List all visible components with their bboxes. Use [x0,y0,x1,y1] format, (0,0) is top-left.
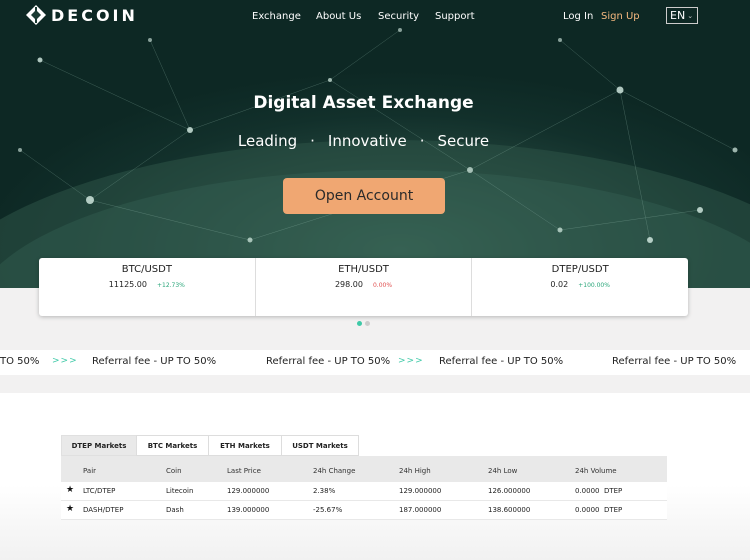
login-link[interactable]: Log In [563,11,593,22]
ticker-price: 11125.00 [108,280,147,289]
marquee-separator: >>> [52,356,78,366]
nav-exchange[interactable]: Exchange [252,11,301,22]
hero-taglines: Leading · Innovative · Secure [0,132,727,150]
favorite-star-icon[interactable]: ★ [66,504,74,514]
brand-logo[interactable]: DECOIN [26,5,138,25]
tab-usdt-markets[interactable]: USDT Markets [281,435,359,456]
cell-24h-low: 138.600000 [488,506,531,514]
col-24h-high: 24h High [399,467,431,475]
language-value: EN [670,9,686,22]
cell-last-price: 139.000000 [227,506,270,514]
ticker-cards: BTC/USDT 11125.00 +12.73% ETH/USDT 298.0… [39,258,688,316]
col-24h-volume: 24h Volume [575,467,617,475]
cell-24h-change: -25.67% [313,506,343,514]
marquee-item[interactable]: Referral fee - UP TO 50% [266,356,390,367]
marquee-item[interactable]: Referral fee - UP TO 50% [92,356,216,367]
cell-coin: Dash [166,506,184,514]
hero-banner: DECOIN Exchange About Us Security Suppor… [0,0,750,288]
cell-pair: DASH/DTEP [83,506,124,514]
ticker-pair: ETH/USDT [338,264,389,275]
tab-eth-markets[interactable]: ETH Markets [208,435,282,456]
tagline-separator: · [310,132,315,150]
tab-btc-markets[interactable]: BTC Markets [136,435,209,456]
col-24h-low: 24h Low [488,467,518,475]
marquee-item[interactable]: Referral fee - UP TO 50% [612,356,736,367]
ticker-price: 298.00 [334,280,363,289]
tagline-separator: · [419,132,425,150]
ticker-card-dtep[interactable]: DTEP/USDT 0.02 +100.00% [471,258,688,316]
chevron-down-icon: ⌄ [687,11,694,20]
referral-marquee: TO 50% >>> Referral fee - UP TO 50% Refe… [0,350,750,375]
hero-title: Digital Asset Exchange [253,93,474,113]
marquee-item[interactable]: Referral fee - UP TO 50% [439,356,563,367]
ticker-pair: DTEP/USDT [551,264,609,275]
tab-dtep-markets[interactable]: DTEP Markets [61,435,137,456]
cell-coin: Litecoin [166,487,194,495]
table-row[interactable]: ★ DASH/DTEP Dash 139.000000 -25.67% 187.… [61,501,667,520]
cell-pair: LTC/DTEP [83,487,116,495]
top-nav: DECOIN Exchange About Us Security Suppor… [0,0,750,34]
nav-security[interactable]: Security [378,11,419,22]
cell-24h-volume: 0.0000 DTEP [575,487,623,495]
marquee-separator: >>> [398,356,424,366]
carousel-dots [357,321,373,326]
signup-link[interactable]: Sign Up [601,11,640,22]
marquee-item[interactable]: TO 50% [0,356,39,367]
carousel-dot-2[interactable] [365,321,370,326]
col-pair: Pair [83,467,97,475]
col-coin: Coin [166,467,182,475]
cell-24h-low: 126.000000 [488,487,531,495]
language-selector[interactable]: EN ⌄ [666,7,698,24]
ticker-price: 0.02 [550,280,569,289]
cell-24h-high: 187.000000 [399,506,442,514]
tagline-leading: Leading [237,132,298,150]
favorite-star-icon[interactable]: ★ [66,485,74,495]
nav-support[interactable]: Support [435,11,475,22]
col-24h-change: 24h Change [313,467,356,475]
open-account-button[interactable]: Open Account [283,178,445,214]
cell-24h-volume: 0.0000 DTEP [575,506,623,514]
market-tabs: DTEP Markets BTC Markets ETH Markets USD… [61,435,359,456]
tagline-innovative: Innovative [327,132,407,150]
table-row[interactable]: ★ LTC/DTEP Litecoin 129.000000 2.38% 129… [61,482,667,501]
cell-last-price: 129.000000 [227,487,270,495]
cell-24h-change: 2.38% [313,487,336,495]
ticker-pair: BTC/USDT [121,264,172,275]
ticker-change: 0.00% [372,282,393,289]
carousel-dot-1[interactable] [357,321,362,326]
decoin-diamond-icon [26,5,46,25]
brand-name: DECOIN [51,5,138,25]
nav-about-us[interactable]: About Us [316,11,361,22]
ticker-card-btc[interactable]: BTC/USDT 11125.00 +12.73% [39,258,255,316]
ticker-card-eth[interactable]: ETH/USDT 298.00 0.00% [254,258,472,316]
cell-24h-high: 129.000000 [399,487,442,495]
markets-table: Pair Coin Last Price 24h Change 24h High… [61,456,667,520]
ticker-change: +12.73% [156,282,185,289]
col-last-price: Last Price [227,467,261,475]
ticker-change: +100.00% [578,282,610,289]
table-header: Pair Coin Last Price 24h Change 24h High… [61,456,667,482]
tagline-secure: Secure [437,132,490,150]
